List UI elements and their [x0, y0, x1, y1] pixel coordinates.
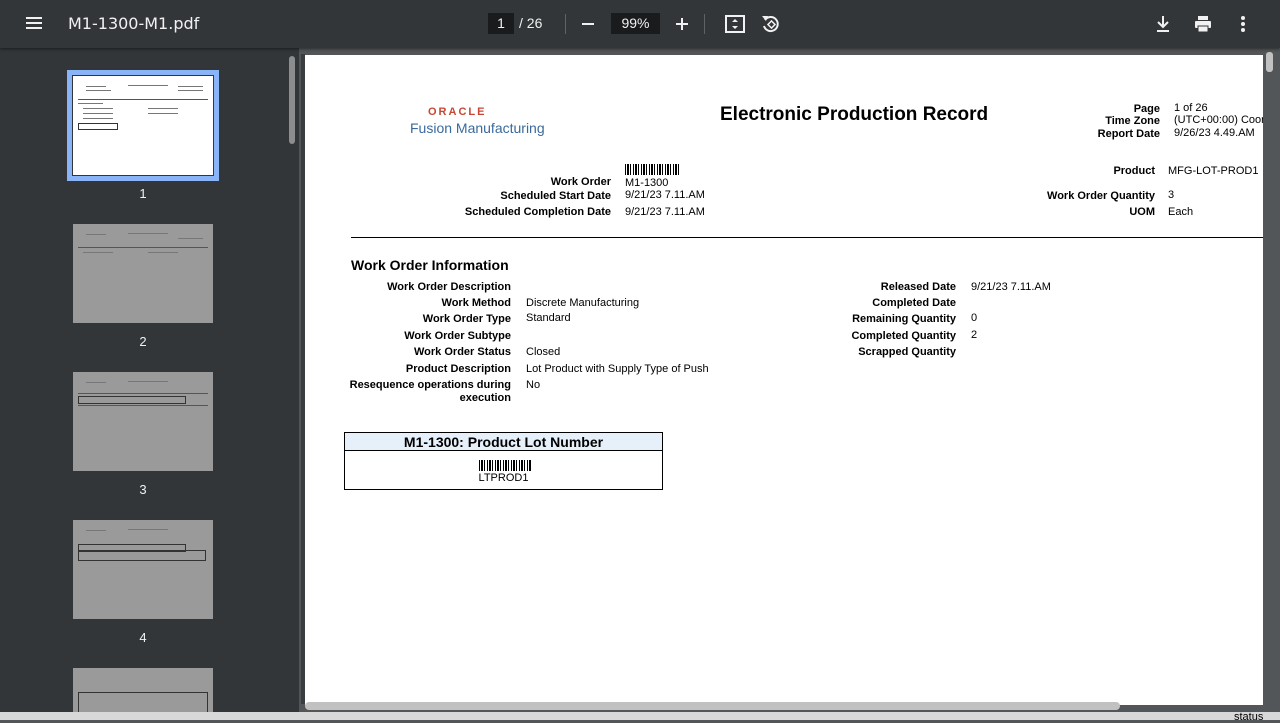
page-thumbnail-5[interactable] — [73, 668, 213, 714]
report-date-value: 9/26/23 4.49.AM — [1174, 127, 1255, 139]
thumbnail-label: 1 — [139, 186, 147, 201]
field-label: execution — [459, 392, 511, 404]
field-label: Work Method — [441, 297, 511, 309]
thumbnail-label: 4 — [139, 630, 147, 645]
report-title: Electronic Production Record — [720, 104, 989, 125]
work-order-barcode — [625, 164, 679, 175]
field-value: Standard — [526, 312, 571, 324]
field-label: Completed Date — [872, 297, 956, 309]
menu-icon[interactable] — [22, 14, 46, 34]
page-thumbnail-3[interactable] — [73, 372, 213, 471]
time-zone-label: Time Zone — [1105, 115, 1160, 127]
field-value: Discrete Manufacturing — [526, 297, 640, 309]
field-label: Scrapped Quantity — [858, 346, 956, 358]
header-divider — [351, 237, 1263, 238]
report-date-label: Report Date — [1097, 128, 1160, 140]
work-order-label: Work Order — [550, 176, 611, 188]
page-total: / 26 — [519, 15, 543, 31]
toolbar-divider — [565, 14, 566, 34]
field-value: 0 — [971, 312, 978, 324]
lot-number-value: LTPROD1 — [478, 472, 529, 484]
oracle-logo: ORACLE — [428, 106, 487, 118]
field-label: Released Date — [880, 281, 956, 293]
rotate-icon[interactable] — [759, 12, 783, 36]
scheduled-start-label: Scheduled Start Date — [500, 190, 611, 202]
status-text: status — [1234, 711, 1264, 723]
field-value: 9/21/23 7.11.AM — [971, 281, 1051, 293]
product-value: MFG-LOT-PROD1 — [1168, 165, 1259, 177]
field-label: Completed Quantity — [851, 330, 956, 342]
scheduled-completion-label: Scheduled Completion Date — [464, 206, 611, 218]
thumbnail-label: 2 — [139, 334, 147, 349]
lot-box-title: M1-1300: Product Lot Number — [345, 433, 662, 451]
zoom-out-button[interactable] — [578, 12, 598, 34]
zoom-level-input[interactable]: 99% — [611, 13, 660, 34]
sidebar-scroll-track — [285, 48, 299, 720]
download-icon[interactable] — [1151, 12, 1175, 36]
pdf-page: ORACLE Fusion Manufacturing Electronic P… — [305, 55, 1263, 705]
lot-barcode — [479, 460, 531, 471]
horizontal-scrollbar[interactable] — [305, 702, 1120, 710]
field-label: Work Order Status — [414, 346, 511, 358]
zoom-in-button[interactable] — [672, 12, 692, 34]
work-order-value: M1-1300 — [625, 177, 669, 189]
vertical-scrollbar[interactable] — [1266, 52, 1273, 72]
page-number-input[interactable]: 1 — [488, 13, 514, 34]
field-label: Resequence operations during — [349, 379, 511, 391]
field-label: Remaining Quantity — [852, 313, 956, 325]
work-order-quantity-value: 3 — [1168, 189, 1175, 201]
uom-value: Each — [1168, 206, 1194, 218]
field-label: Product Description — [405, 363, 511, 375]
print-icon[interactable] — [1191, 12, 1215, 36]
work-order-quantity-label: Work Order Quantity — [1047, 190, 1155, 202]
uom-label: UOM — [1129, 206, 1155, 218]
scheduled-start-value: 9/21/23 7.11.AM — [625, 189, 705, 201]
page-value: 1 of 26 — [1174, 102, 1208, 114]
field-value: No — [526, 379, 541, 391]
field-label: Work Order Subtype — [404, 330, 511, 342]
field-value: Lot Product with Supply Type of Push — [526, 363, 709, 375]
product-lot-number-box: M1-1300: Product Lot Number LTPROD1 — [344, 432, 663, 490]
toolbar-divider — [704, 14, 705, 34]
field-value: 2 — [971, 329, 978, 341]
field-label: Work Order Type — [422, 313, 511, 325]
page-thumbnail-4[interactable] — [73, 520, 213, 619]
page-label: Page — [1133, 103, 1160, 115]
thumbnail-label: 3 — [139, 482, 147, 497]
more-options-icon[interactable] — [1231, 12, 1255, 36]
document-title: M1-1300-M1.pdf — [68, 14, 200, 33]
product-label: Product — [1113, 165, 1155, 177]
page-thumbnail-2[interactable] — [73, 224, 213, 323]
field-label: Work Order Description — [387, 281, 511, 293]
fit-page-icon[interactable] — [723, 12, 747, 36]
background-window-strip: status — [0, 711, 1280, 723]
sidebar-scrollbar[interactable] — [289, 56, 295, 144]
field-value: Closed — [526, 346, 561, 358]
page-thumbnail-1[interactable] — [67, 70, 219, 181]
pdf-toolbar: M1-1300-M1.pdf 1 / 26 99% — [0, 0, 1280, 48]
section-title: Work Order Information — [351, 257, 509, 273]
time-zone-value: (UTC+00:00) Coor — [1174, 114, 1263, 126]
fusion-manufacturing-logo: Fusion Manufacturing — [410, 120, 545, 136]
scheduled-completion-value: 9/21/23 7.11.AM — [625, 206, 705, 218]
